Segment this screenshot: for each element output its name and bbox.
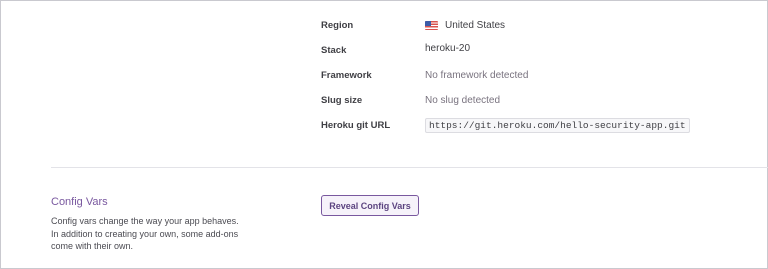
framework-value: No framework detected bbox=[425, 70, 529, 81]
slug-size-value: No slug detected bbox=[425, 95, 501, 106]
region-text: United States bbox=[445, 20, 506, 31]
us-flag-icon bbox=[425, 21, 438, 30]
region-label: Region bbox=[321, 20, 354, 31]
slug-size-label: Slug size bbox=[321, 95, 363, 106]
config-vars-title: Config Vars bbox=[51, 196, 108, 208]
git-url-code[interactable]: https://git.heroku.com/hello-security-ap… bbox=[425, 118, 690, 133]
framework-label: Framework bbox=[321, 70, 372, 81]
reveal-config-vars-button[interactable]: Reveal Config Vars bbox=[321, 195, 419, 216]
stack-value: heroku-20 bbox=[425, 43, 471, 54]
stack-label: Stack bbox=[321, 45, 347, 56]
config-vars-description: Config vars change the way your app beha… bbox=[51, 216, 239, 251]
git-url-value: https://git.heroku.com/hello-security-ap… bbox=[425, 118, 690, 133]
section-divider bbox=[51, 167, 768, 168]
app-settings-panel: Region United States Stack heroku-20 Fra… bbox=[0, 0, 768, 269]
git-url-label: Heroku git URL bbox=[321, 120, 391, 131]
region-value: United States bbox=[425, 20, 505, 31]
